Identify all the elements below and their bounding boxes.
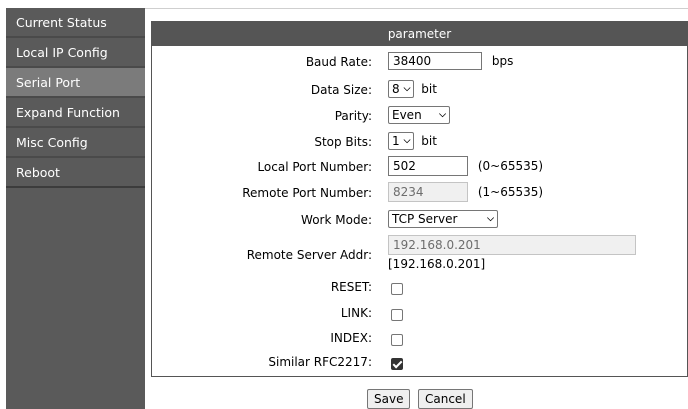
data-size-select[interactable]: 8 ⌵ xyxy=(388,80,415,98)
sidebar-item-current-status[interactable]: Current Status xyxy=(6,8,145,38)
sidebar-item-misc-config[interactable]: Misc Config xyxy=(6,128,145,158)
remote-server-input[interactable]: 192.168.0.201 xyxy=(388,235,636,255)
sidebar-item-expand-function[interactable]: Expand Function xyxy=(6,98,145,128)
data-size-label: Data Size: xyxy=(310,83,372,97)
chevron-down-icon: ⌵ xyxy=(403,84,411,94)
baud-rate-unit: bps xyxy=(491,54,514,68)
save-button[interactable]: Save xyxy=(367,389,411,409)
stop-bits-unit: bit xyxy=(421,134,437,148)
remote-server-label: Remote Server Addr: xyxy=(246,248,372,262)
stop-bits-select[interactable]: 1 ⌵ xyxy=(388,132,415,150)
remote-port-range: (1~65535) xyxy=(477,185,544,199)
local-port-label: Local Port Number: xyxy=(257,160,372,174)
reset-label: RESET: xyxy=(330,280,372,294)
chevron-down-icon: ⌵ xyxy=(487,214,494,224)
reset-checkbox[interactable] xyxy=(391,282,403,295)
sidebar-item-serial-port[interactable]: Serial Port xyxy=(6,68,145,98)
local-port-range: (0~65535) xyxy=(477,159,544,173)
stop-bits-value: 1 xyxy=(392,134,400,148)
chevron-down-icon: ⌵ xyxy=(439,110,446,120)
parity-select[interactable]: Even ⌵ xyxy=(388,106,450,124)
data-size-unit: bit xyxy=(421,82,437,96)
index-checkbox[interactable] xyxy=(391,333,403,346)
sidebar-item-reboot[interactable]: Reboot xyxy=(6,158,145,188)
parameter-panel: parameter Baud Rate: 38400 bps Data Size… xyxy=(151,21,688,377)
remote-port-label: Remote Port Number: xyxy=(242,186,372,200)
work-mode-label: Work Mode: xyxy=(301,213,372,227)
stop-bits-label: Stop Bits: xyxy=(314,135,372,149)
rfc2217-checkbox[interactable] xyxy=(391,357,403,370)
sidebar-item-local-ip-config[interactable]: Local IP Config xyxy=(6,38,145,68)
link-label: LINK: xyxy=(340,306,372,320)
sidebar-nav: Current Status Local IP Config Serial Po… xyxy=(6,8,145,409)
work-mode-select[interactable]: TCP Server ⌵ xyxy=(388,210,498,228)
cancel-button[interactable]: Cancel xyxy=(418,389,473,409)
data-size-value: 8 xyxy=(392,82,400,96)
remote-port-input[interactable]: 8234 xyxy=(388,182,468,202)
local-port-input[interactable]: 502 xyxy=(388,156,468,176)
chevron-down-icon: ⌵ xyxy=(403,136,411,146)
parity-value: Even xyxy=(392,108,422,122)
remote-server-echo: [192.168.0.201] xyxy=(388,257,486,271)
parity-label: Parity: xyxy=(334,109,372,123)
panel-title: parameter xyxy=(152,22,687,46)
rfc2217-label: Similar RFC2217: xyxy=(268,355,372,369)
index-label: INDEX: xyxy=(330,331,372,345)
baud-rate-input[interactable]: 38400 xyxy=(388,52,482,70)
baud-rate-label: Baud Rate: xyxy=(305,55,372,69)
link-checkbox[interactable] xyxy=(391,308,403,321)
work-mode-value: TCP Server xyxy=(392,212,458,226)
